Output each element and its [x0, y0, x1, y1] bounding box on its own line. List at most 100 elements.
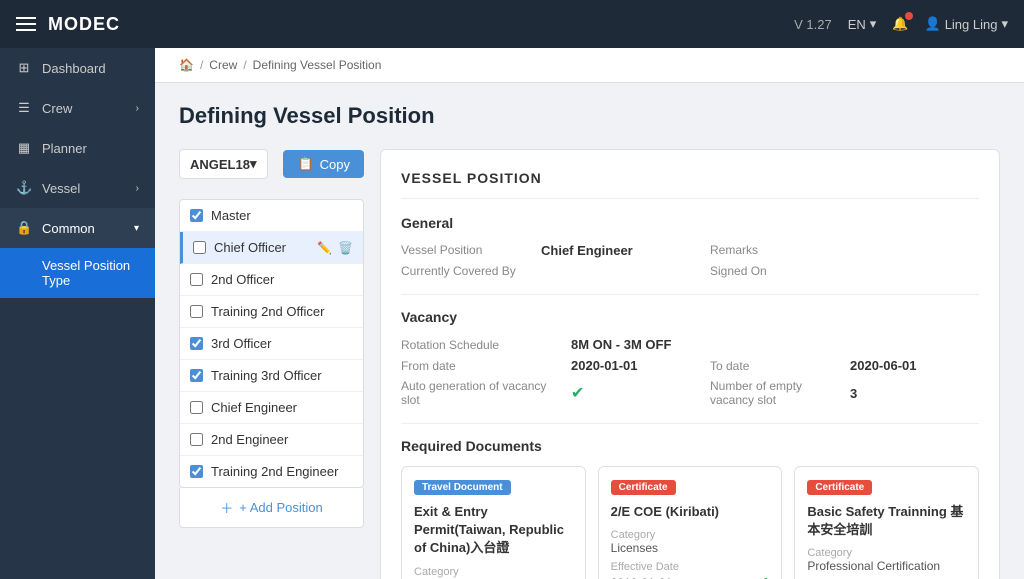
sidebar-item-dashboard[interactable]: ⊞ Dashboard — [0, 48, 155, 88]
doc-category-value: Licenses — [611, 541, 770, 555]
position-checkbox[interactable] — [190, 401, 203, 414]
sidebar-item-crew[interactable]: ☰ Crew › — [0, 88, 155, 128]
user-menu[interactable]: 👤 Ling Ling ▾ — [925, 16, 1009, 32]
sidebar-item-common[interactable]: 🔒 Common ▾ — [0, 208, 155, 248]
breadcrumb: 🏠 / Crew / Defining Vessel Position — [155, 48, 1024, 83]
app-logo: MODEC — [48, 14, 120, 35]
language-selector[interactable]: EN ▾ — [848, 16, 877, 32]
hamburger-icon[interactable] — [16, 17, 36, 31]
chevron-down-icon: ▾ — [250, 156, 257, 172]
add-icon: ＋ — [220, 498, 233, 517]
position-checkbox[interactable] — [190, 433, 203, 446]
doc-badge-travel: Travel Document — [414, 480, 511, 495]
nav-left: MODEC — [16, 14, 120, 35]
sidebar: ⊞ Dashboard ☰ Crew › ▦ Planner ⚓ Vessel … — [0, 48, 155, 579]
position-item[interactable]: 2nd Officer — [180, 264, 363, 296]
vessel-header: ANGEL18 ▾ 📋 Copy — [179, 149, 364, 189]
chevron-right-icon: › — [136, 103, 139, 114]
nav-right: V 1.27 EN ▾ 🔔 👤 Ling Ling ▾ — [794, 16, 1008, 32]
sidebar-subitem-label: Vessel Position Type — [42, 258, 130, 288]
position-checkbox[interactable] — [190, 305, 203, 318]
position-actions: ✏️ 🗑️ — [317, 241, 353, 255]
add-position-button[interactable]: ＋ + Add Position — [179, 488, 364, 528]
signed-label: Signed On — [710, 264, 810, 278]
remarks-value — [820, 243, 979, 258]
from-date-value: 2020-01-01 — [571, 358, 700, 373]
vp-label: Vessel Position — [401, 243, 531, 258]
rotation-value: 8M ON - 3M OFF — [571, 337, 700, 352]
position-item[interactable]: Master — [180, 200, 363, 232]
vacancy-section-title: Vacancy — [401, 309, 979, 325]
remarks-label: Remarks — [710, 243, 810, 258]
doc-category-label: Category — [807, 547, 966, 559]
vp-value: Chief Engineer — [541, 243, 700, 258]
home-icon[interactable]: 🏠 — [179, 58, 194, 72]
covered-value — [541, 264, 700, 278]
to-date-label: To date — [710, 359, 840, 373]
doc-card: Certificate Basic Safety Trainning 基本安全培… — [794, 466, 979, 579]
position-item[interactable]: 2nd Engineer — [180, 424, 363, 456]
position-label: 2nd Engineer — [211, 432, 288, 447]
position-label: 2nd Officer — [211, 272, 274, 287]
app-version: V 1.27 — [794, 17, 832, 32]
vessel-name: ANGEL18 — [190, 157, 250, 172]
delete-icon[interactable]: 🗑️ — [338, 241, 353, 255]
position-label: Master — [211, 208, 251, 223]
copy-icon: 📋 — [297, 156, 313, 172]
copy-button[interactable]: 📋 Copy — [283, 150, 364, 178]
docs-grid: Travel Document Exit & Entry Permit(Taiw… — [401, 466, 979, 579]
notifications-bell[interactable]: 🔔 — [892, 16, 908, 32]
position-item[interactable]: Chief Officer ✏️ 🗑️ — [180, 232, 363, 264]
position-label: 3rd Officer — [211, 336, 271, 351]
breadcrumb-crew[interactable]: Crew — [209, 58, 237, 72]
position-item[interactable]: Training 2nd Engineer — [180, 456, 363, 487]
breadcrumb-current: Defining Vessel Position — [253, 58, 382, 72]
position-label: Chief Officer — [214, 240, 286, 255]
positions-list: Master Chief Officer ✏️ 🗑️ — [179, 199, 364, 488]
crew-icon: ☰ — [16, 100, 32, 116]
empty-vacancy-label: Number of empty vacancy slot — [710, 379, 840, 407]
notification-badge — [905, 12, 913, 20]
doc-effective-row: 2016-01-01 ✔ — [611, 573, 770, 579]
doc-badge-certificate: Certificate — [611, 480, 676, 495]
sidebar-item-planner[interactable]: ▦ Planner — [0, 128, 155, 168]
sidebar-item-label: Planner — [42, 141, 87, 156]
doc-effective-label: Effective Date — [611, 561, 770, 573]
position-checkbox[interactable] — [193, 241, 206, 254]
content-area: ANGEL18 ▾ 📋 Copy Master — [179, 149, 1000, 579]
auto-gen-check: ✔ — [571, 383, 700, 403]
doc-name: Basic Safety Trainning 基本安全培訓 — [807, 503, 966, 539]
sidebar-item-vessel[interactable]: ⚓ Vessel › — [0, 168, 155, 208]
position-item[interactable]: Training 2nd Officer — [180, 296, 363, 328]
from-date-label: From date — [401, 359, 561, 373]
position-checkbox[interactable] — [190, 369, 203, 382]
main-content: 🏠 / Crew / Defining Vessel Position Defi… — [155, 48, 1024, 579]
doc-name: 2/E COE (Kiribati) — [611, 503, 770, 521]
covered-label: Currently Covered By — [401, 264, 531, 278]
left-panel: ANGEL18 ▾ 📋 Copy Master — [179, 149, 364, 579]
general-section-title: General — [401, 215, 979, 231]
signed-value — [820, 264, 979, 278]
edit-icon[interactable]: ✏️ — [317, 241, 332, 255]
position-checkbox[interactable] — [190, 337, 203, 350]
position-checkbox[interactable] — [190, 465, 203, 478]
rotation-label: Rotation Schedule — [401, 338, 561, 352]
position-checkbox[interactable] — [190, 209, 203, 222]
page-content: Defining Vessel Position ANGEL18 ▾ 📋 Cop… — [155, 83, 1024, 579]
position-item[interactable]: 3rd Officer — [180, 328, 363, 360]
chevron-down-icon: ▾ — [134, 223, 139, 234]
sidebar-subitem-vessel-position-type[interactable]: Vessel Position Type — [0, 248, 155, 298]
position-item[interactable]: Training 3rd Officer — [180, 360, 363, 392]
sidebar-item-label: Common — [42, 221, 95, 236]
chevron-right-icon: › — [136, 183, 139, 194]
dashboard-icon: ⊞ — [16, 60, 32, 76]
required-docs-title: Required Documents — [401, 438, 979, 454]
planner-icon: ▦ — [16, 140, 32, 156]
vessel-selector[interactable]: ANGEL18 ▾ — [179, 149, 268, 179]
doc-category-label: Category — [611, 529, 770, 541]
position-checkbox[interactable] — [190, 273, 203, 286]
layout: ⊞ Dashboard ☰ Crew › ▦ Planner ⚓ Vessel … — [0, 48, 1024, 579]
top-nav: MODEC V 1.27 EN ▾ 🔔 👤 Ling Ling ▾ — [0, 0, 1024, 48]
position-label: Training 2nd Engineer — [211, 464, 338, 479]
position-item[interactable]: Chief Engineer — [180, 392, 363, 424]
